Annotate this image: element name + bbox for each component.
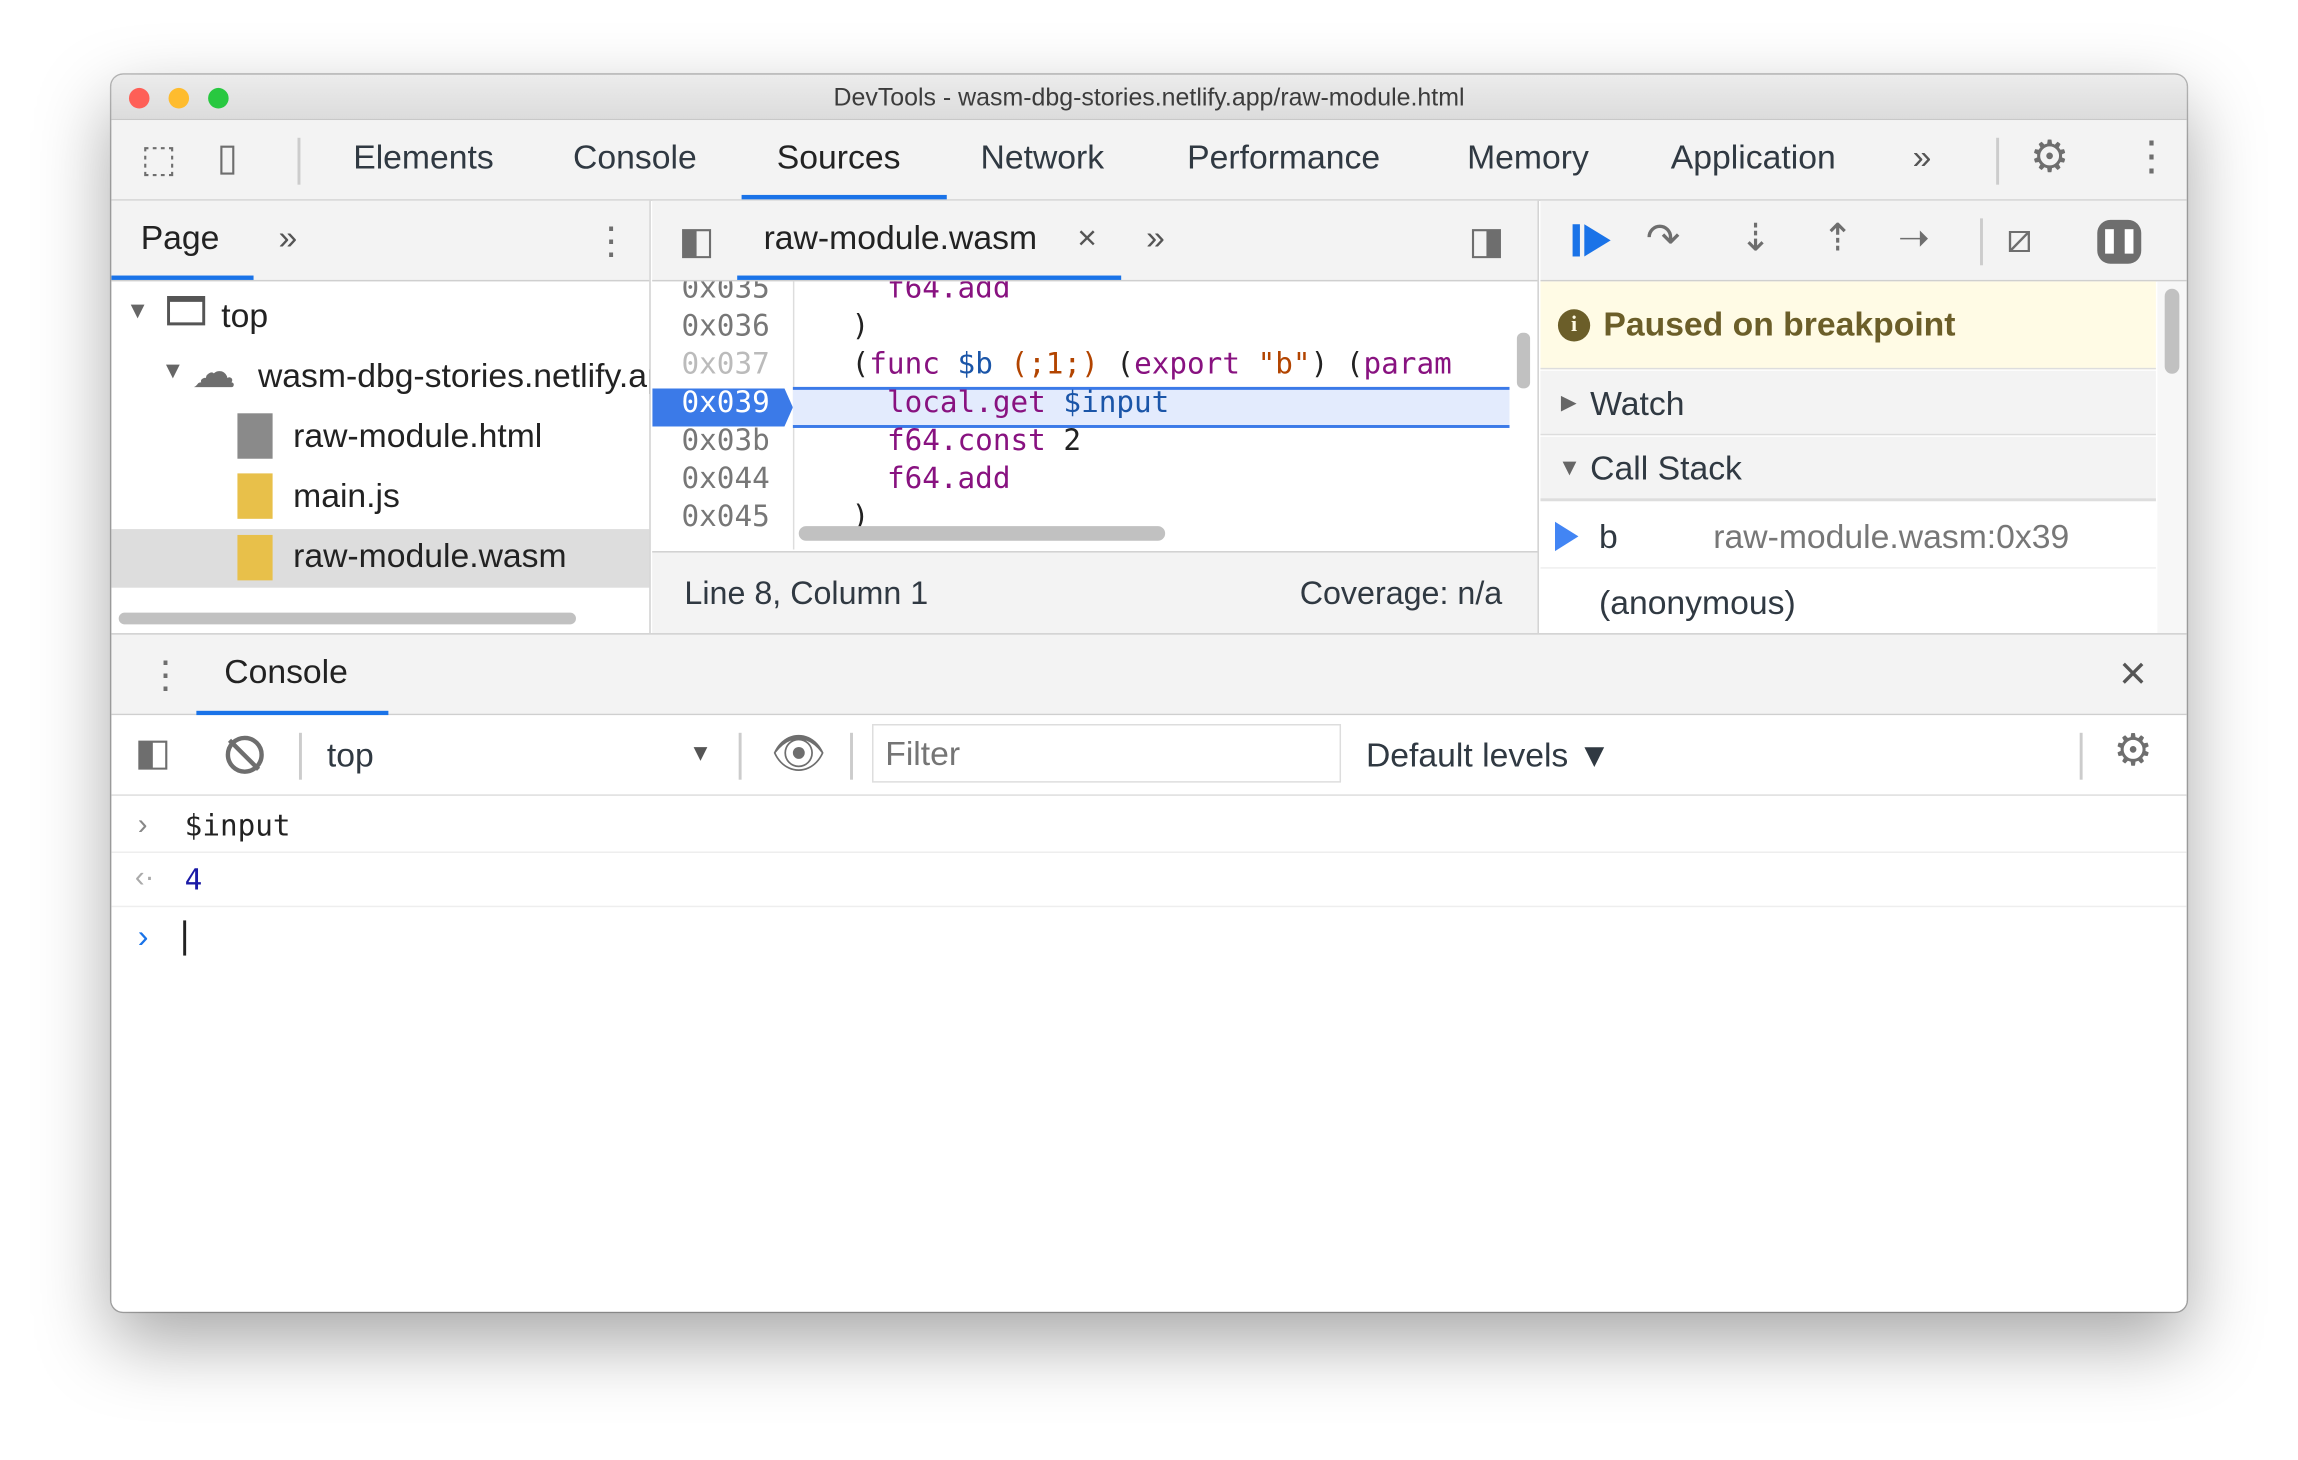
settings-gear-icon[interactable]: ⚙ (2030, 136, 2069, 180)
zoom-window-button[interactable] (208, 87, 229, 109)
line-address[interactable]: 0x037 (682, 346, 770, 381)
step-icon[interactable]: ➝ (1898, 218, 1930, 256)
console-settings-gear-icon[interactable]: ⚙ (2113, 729, 2152, 774)
step-into-icon[interactable]: ⇣ (1740, 218, 1772, 256)
watch-section-header[interactable]: ▶ Watch (1540, 370, 2156, 436)
live-expression-eye-icon[interactable]: 👁 (771, 732, 827, 777)
console-input-entry: › $input (111, 797, 2187, 853)
navigator-menu-icon[interactable]: ⋮ (592, 221, 630, 259)
console-prompt[interactable]: › (111, 909, 2186, 965)
debugger-pane: ↷ ⇣ ⇡ ➝ ⧄ ❚❚ i Paused on breakpoint ▶ Wa… (1540, 200, 2187, 634)
editor-pane: ◧ raw-module.wasm × » ◨ 0x035 f64.add 0x0… (652, 200, 1539, 634)
editor-hscrollbar[interactable] (798, 526, 1166, 541)
frame-name: (anonymous) (1598, 583, 1796, 622)
line-address[interactable]: 0x044 (682, 460, 770, 495)
close-tab-icon[interactable]: × (1077, 218, 1097, 258)
line-address[interactable]: 0x045 (682, 498, 770, 533)
drawer-tab-console[interactable]: Console (224, 652, 348, 692)
console-filter-input[interactable] (872, 724, 1342, 783)
more-tabs-button[interactable]: » (1913, 138, 1932, 178)
drawer-tabbar: ⋮ Console × (111, 633, 2187, 716)
debugger-vscrollbar[interactable] (2164, 288, 2180, 374)
tree-item-main-js[interactable]: main.js (293, 476, 400, 516)
code-line: f64.add (886, 460, 1011, 496)
toggle-debugger-icon[interactable]: ◨ (1469, 221, 1505, 259)
main-toolbar: ⬚ ▯ Elements Console Sources Network Per… (111, 120, 2187, 201)
callstack-label: Call Stack (1590, 448, 1742, 487)
line-address[interactable]: 0x036 (682, 308, 770, 343)
cloud-icon: ☁ (191, 348, 236, 398)
devtools-window: DevTools - wasm-dbg-stories.netlify.app/… (111, 74, 2187, 1312)
callstack-section-header[interactable]: ▼ Call Stack (1540, 436, 2156, 502)
editor-more-tabs-button[interactable]: » (1146, 218, 1165, 258)
tree-item-raw-module-wasm[interactable]: raw-module.wasm (293, 536, 566, 576)
inspect-element-icon[interactable]: ⬚ (141, 139, 177, 177)
frame-location[interactable]: raw-module.wasm:0x39 (1713, 517, 2069, 557)
line-address[interactable]: 0x039 (682, 384, 770, 419)
code-line: local.get $input (886, 383, 1170, 420)
entry-text: $input (184, 807, 291, 843)
navigator-hscrollbar[interactable] (118, 612, 576, 625)
paused-message: Paused on breakpoint (1603, 304, 1956, 343)
log-levels-dropdown[interactable]: Default levels ▼ (1366, 736, 1611, 776)
info-icon: i (1557, 309, 1591, 342)
tab-performance[interactable]: Performance (1187, 138, 1380, 178)
entry-value: 4 (184, 861, 203, 897)
tab-page[interactable]: Page (141, 218, 220, 258)
watch-label: Watch (1590, 383, 1685, 423)
context-selector[interactable]: top (327, 736, 374, 776)
code-line: (func $b (;1;) (export "b") (param (816, 345, 1452, 382)
console-output[interactable]: › $input ‹· 4 › (111, 797, 2187, 1312)
callstack-frame[interactable]: b raw-module.wasm:0x39 (1540, 504, 2156, 569)
pause-on-exceptions-icon[interactable]: ❚❚ (2097, 219, 2142, 264)
current-frame-arrow-icon (1555, 521, 1579, 552)
deactivate-breakpoints-icon[interactable]: ⧄ (2006, 218, 2032, 259)
console-result-entry: ‹· 4 (111, 853, 2187, 908)
paused-banner: i Paused on breakpoint (1540, 281, 2156, 370)
context-dropdown-icon[interactable]: ▼ (689, 742, 712, 768)
more-options-icon[interactable]: ⋮ (2131, 136, 2172, 177)
device-toolbar-icon[interactable]: ▯ (217, 138, 238, 176)
tree-item-domain[interactable]: wasm-dbg-stories.netlify.app (258, 356, 649, 396)
code-line: f64.add (886, 281, 1011, 305)
window-title: DevTools - wasm-dbg-stories.netlify.app/… (833, 83, 1465, 112)
line-address[interactable]: 0x035 (682, 281, 770, 304)
close-drawer-icon[interactable]: × (2119, 646, 2146, 700)
tree-item-raw-module-html[interactable]: raw-module.html (293, 416, 542, 456)
toggle-navigator-icon[interactable]: ◧ (679, 221, 715, 259)
editor-vscrollbar[interactable] (1516, 332, 1531, 389)
step-out-icon[interactable]: ⇡ (1822, 218, 1854, 256)
code-area[interactable]: 0x035 f64.add 0x036 ) 0x037 (func $b (;1;)… (652, 281, 1510, 550)
tab-network[interactable]: Network (980, 138, 1104, 178)
js-file-icon (237, 473, 273, 519)
code-line: ) (816, 307, 870, 343)
navigator-more-button[interactable]: » (278, 218, 297, 258)
minimize-window-button[interactable] (168, 87, 190, 109)
title-bar: DevTools - wasm-dbg-stories.netlify.app/… (111, 74, 2187, 121)
file-icon (237, 413, 273, 459)
tab-memory[interactable]: Memory (1467, 138, 1589, 178)
show-sidebar-icon[interactable]: ◧ (135, 733, 171, 771)
navigator-pane: Page » ⋮ ▼ top ▼ ☁ wasm-dbg-stories.netl… (111, 200, 651, 634)
text-cursor (183, 920, 187, 956)
resume-icon[interactable] (1584, 224, 1611, 257)
console-toolbar: ◧ top ▼ 👁 Default levels ▼ ⚙ (111, 715, 2187, 796)
cursor-position: Line 8, Column 1 (684, 574, 929, 612)
wasm-file-icon (237, 534, 273, 581)
tab-console[interactable]: Console (573, 138, 697, 178)
editor-tab-raw-module-wasm[interactable]: raw-module.wasm (764, 218, 1037, 258)
coverage-status: Coverage: n/a (1299, 574, 1503, 612)
line-address[interactable]: 0x03b (682, 422, 770, 457)
close-window-button[interactable] (128, 87, 150, 109)
step-over-icon[interactable]: ↷ (1646, 218, 1680, 259)
tab-application[interactable]: Application (1671, 138, 1836, 178)
tab-sources[interactable]: Sources (777, 138, 901, 178)
tab-elements[interactable]: Elements (353, 138, 494, 178)
callstack-frame[interactable]: (anonymous) (1540, 570, 2156, 633)
code-line: f64.const 2 (886, 422, 1082, 458)
drawer-menu-icon[interactable]: ⋮ (147, 655, 185, 693)
frame-icon (167, 296, 206, 326)
tree-item-top[interactable]: top (221, 296, 268, 336)
frame-name: b (1598, 517, 1618, 556)
